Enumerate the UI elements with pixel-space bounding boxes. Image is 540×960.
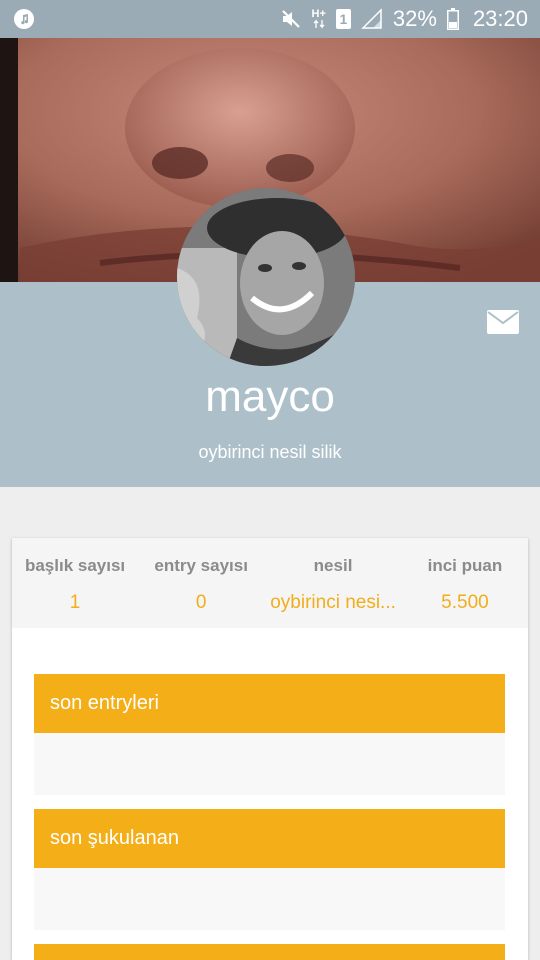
stat-value: 5.500	[441, 592, 489, 613]
stat-topic-count: başlık sayısı 1	[12, 538, 138, 628]
stat-generation: nesil oybirinci nesi...	[264, 538, 402, 628]
mail-icon	[487, 310, 519, 334]
stat-entry-count: entry sayısı 0	[138, 538, 264, 628]
profile-card: başlık sayısı 1 entry sayısı 0 nesil oyb…	[12, 538, 528, 960]
avatar[interactable]	[177, 188, 355, 366]
stats-row: başlık sayısı 1 entry sayısı 0 nesil oyb…	[12, 538, 528, 628]
stat-label: nesil	[313, 556, 353, 575]
section-header-recent-entries[interactable]: son entryleri	[34, 674, 505, 733]
stat-points: inci puan 5.500	[402, 538, 528, 628]
section-body-recent-upvoted	[34, 868, 505, 930]
mute-icon	[280, 8, 302, 30]
stat-label: entry sayısı	[154, 556, 248, 575]
stat-value: oybirinci nesi...	[270, 592, 396, 613]
section-header-next[interactable]	[34, 944, 505, 960]
generation-tag: oybirinci nesil silik	[198, 442, 342, 462]
battery-icon	[446, 8, 459, 30]
username: mayco	[205, 372, 335, 421]
section-body-recent-entries	[34, 733, 505, 795]
battery-percent: 32%	[392, 6, 437, 31]
stat-value: 1	[69, 592, 81, 613]
message-button[interactable]	[486, 308, 520, 336]
section-title: son şukulanan	[50, 827, 179, 849]
stat-label: başlık sayısı	[24, 556, 126, 575]
section-title: son entryleri	[50, 692, 159, 714]
network-type-icon: H+	[312, 9, 326, 29]
stat-value: 0	[195, 592, 207, 613]
music-notification-icon	[14, 9, 34, 29]
clock: 23:20	[472, 6, 528, 31]
stat-label: inci puan	[427, 556, 503, 575]
network-type-label: H+	[311, 8, 326, 20]
sim-slot-label: 1	[339, 11, 348, 27]
sim-icon: 1	[335, 9, 351, 29]
status-bar: H+ 1 32% 23:20	[0, 0, 540, 38]
signal-icon	[361, 8, 383, 30]
section-header-recent-upvoted[interactable]: son şukulanan	[34, 809, 505, 868]
